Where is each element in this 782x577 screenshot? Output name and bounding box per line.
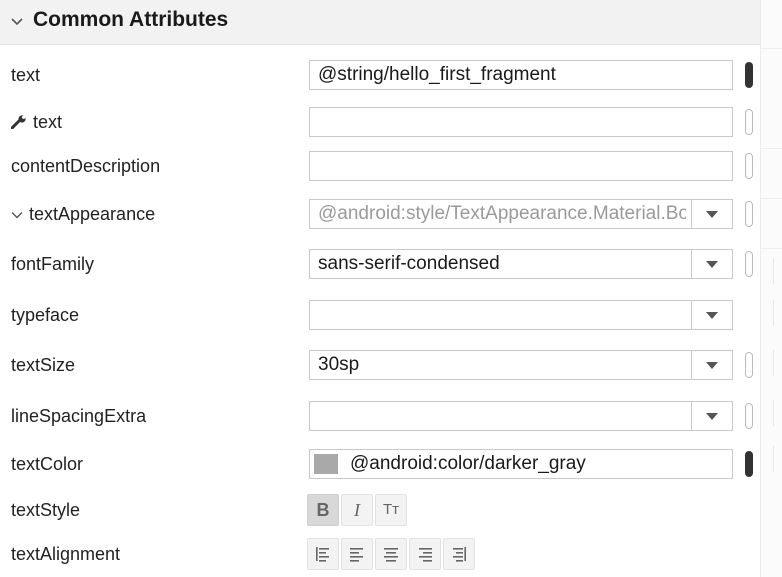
attribute-row-text-color: textColor @android:color/darker_gray	[0, 441, 760, 487]
color-swatch[interactable]	[314, 454, 338, 474]
attribute-label: text	[10, 99, 62, 146]
attribute-label: textColor	[11, 454, 84, 474]
resource-picker-indicator[interactable]	[745, 153, 753, 179]
attribute-row-text-size: textSize 30sp	[0, 342, 760, 388]
attribute-row-tools-text: text	[0, 99, 760, 145]
attribute-row-text: text @string/hello_first_fragment	[0, 52, 760, 98]
section-header-common-attributes[interactable]: Common Attributes	[0, 0, 760, 45]
resource-picker-indicator[interactable]	[745, 352, 753, 378]
align-center-icon[interactable]	[375, 538, 407, 570]
attribute-label: textStyle	[11, 500, 81, 520]
resource-picker-indicator[interactable]	[745, 403, 753, 429]
resource-picker-indicator[interactable]	[745, 62, 753, 88]
attribute-label: text	[11, 65, 41, 85]
text-size-select[interactable]: 30sp	[309, 350, 733, 380]
attribute-label: lineSpacingExtra	[11, 406, 147, 426]
text-color-input[interactable]: @android:color/darker_gray	[309, 449, 733, 479]
caret-down-icon[interactable]	[691, 351, 732, 379]
attribute-row-typeface: typeface	[0, 292, 760, 338]
attribute-row-line-spacing-extra: lineSpacingExtra	[0, 393, 760, 439]
caret-down-icon[interactable]	[691, 402, 732, 430]
resource-picker-indicator[interactable]	[745, 451, 753, 477]
attribute-label: textSize	[11, 355, 76, 375]
caret-down-icon[interactable]	[691, 301, 732, 329]
resource-picker-indicator[interactable]	[745, 201, 753, 227]
font-family-select[interactable]: sans-serif-condensed	[309, 249, 733, 279]
attribute-label: typeface	[11, 305, 80, 325]
attribute-label: textAlignment	[11, 544, 121, 564]
line-spacing-extra-select[interactable]	[309, 401, 733, 431]
resource-picker-indicator[interactable]	[745, 251, 753, 277]
text-appearance-select[interactable]: @android:style/TextAppearance.Material.B…	[309, 199, 733, 229]
resource-picker-indicator[interactable]	[745, 109, 753, 135]
caret-down-icon[interactable]	[691, 250, 732, 278]
typeface-select[interactable]	[309, 300, 733, 330]
attribute-row-text-style: textStyle B I Tт	[0, 487, 760, 533]
text-value-input[interactable]: @string/hello_first_fragment	[309, 60, 733, 90]
align-text-end-icon[interactable]	[409, 538, 441, 570]
italic-toggle-button[interactable]: I	[341, 494, 373, 526]
attribute-row-font-family: fontFamily sans-serif-condensed	[0, 241, 760, 287]
align-text-start-icon[interactable]	[341, 538, 373, 570]
chevron-down-icon[interactable]	[11, 192, 23, 238]
all-caps-toggle-button[interactable]: Tт	[375, 494, 407, 526]
caret-down-icon[interactable]	[691, 200, 732, 228]
tools-text-input[interactable]	[309, 107, 733, 137]
align-end-icon[interactable]	[443, 538, 475, 570]
align-start-icon[interactable]	[307, 538, 339, 570]
attribute-label: fontFamily	[11, 254, 95, 274]
attribute-label: textAppearance	[11, 191, 155, 237]
attribute-label: contentDescription	[11, 156, 161, 176]
attribute-row-text-appearance: textAppearance @android:style/TextAppear…	[0, 191, 760, 237]
bold-toggle-button[interactable]: B	[307, 494, 339, 526]
attribute-row-text-alignment: textAlignment	[0, 531, 760, 577]
section-title: Common Attributes	[33, 8, 229, 31]
attribute-row-content-description: contentDescription	[0, 143, 760, 189]
panel-edge	[760, 0, 782, 577]
content-description-input[interactable]	[309, 151, 733, 181]
chevron-down-icon[interactable]	[10, 15, 24, 34]
wrench-icon	[10, 100, 27, 146]
